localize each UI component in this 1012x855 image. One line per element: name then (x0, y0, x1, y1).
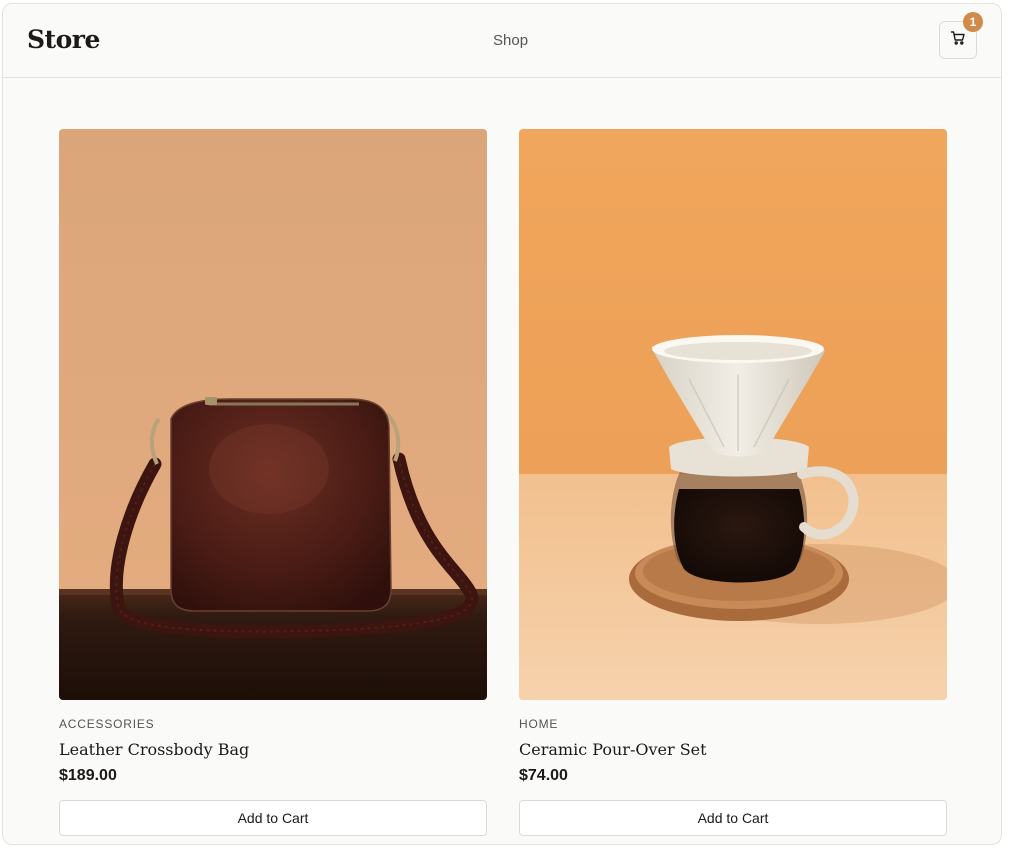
product-card: HOME Ceramic Pour-Over Set $74.00 Add to… (519, 129, 947, 836)
cart-count-badge: 1 (963, 12, 983, 32)
add-to-cart-button[interactable]: Add to Cart (519, 800, 947, 836)
product-card: ACCESSORIES Leather Crossbody Bag $189.0… (59, 129, 487, 836)
site-header: Store Shop (3, 4, 1001, 78)
product-price: $189.00 (59, 767, 117, 784)
nav-shop-link[interactable]: Shop (493, 32, 528, 49)
product-price: $74.00 (519, 767, 568, 784)
add-to-cart-button[interactable]: Add to Cart (59, 800, 487, 836)
product-name[interactable]: Leather Crossbody Bag (59, 739, 487, 761)
pour-over-photo[interactable] (519, 129, 947, 700)
store-window: Store Shop 1 ACCESSORIES Leather Crossbo… (2, 3, 1002, 845)
cart-icon (950, 30, 966, 51)
product-category: HOME (519, 717, 559, 731)
product-name[interactable]: Ceramic Pour-Over Set (519, 739, 947, 761)
leather-bag-photo[interactable] (59, 129, 487, 700)
product-category: ACCESSORIES (59, 717, 155, 731)
store-logo[interactable]: Store (27, 25, 100, 54)
